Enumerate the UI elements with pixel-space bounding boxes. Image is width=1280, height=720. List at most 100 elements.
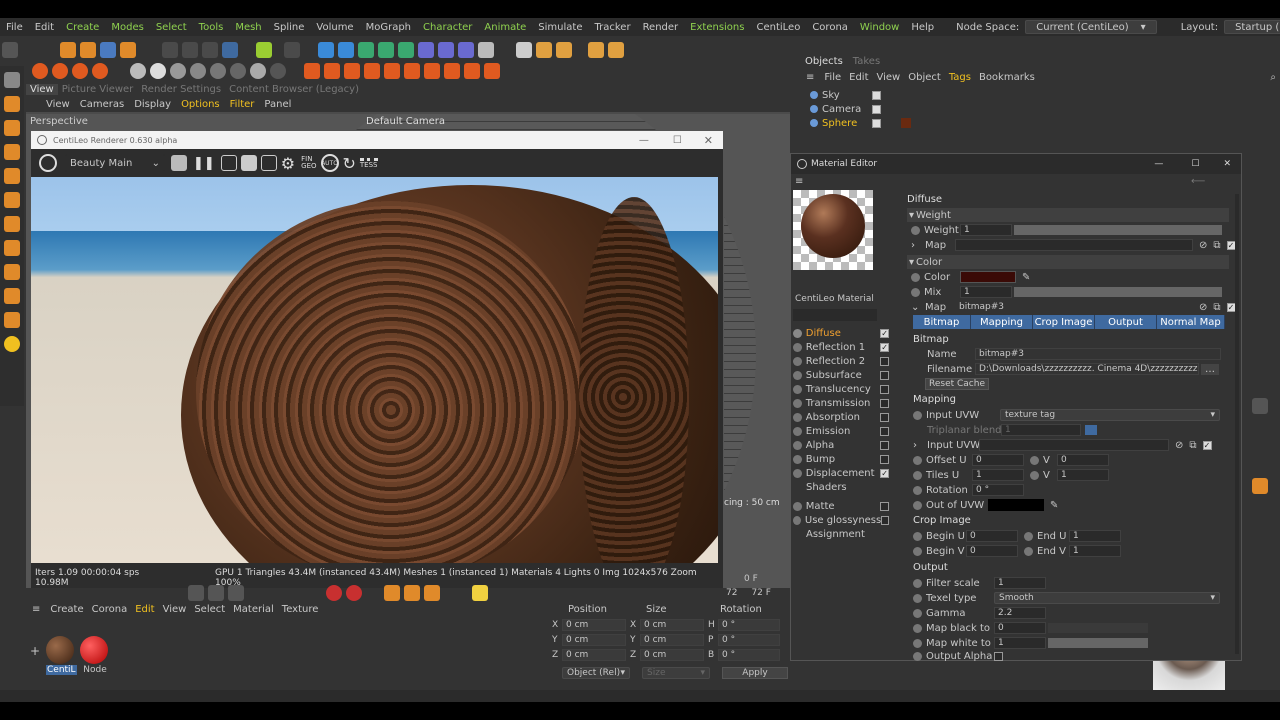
viewport-menu-panel[interactable]: Panel [259,99,296,110]
name-field[interactable]: bitmap#3 [975,348,1221,360]
tab-output[interactable]: Output [1095,315,1157,329]
tess-button[interactable]: TESS [359,157,378,169]
viewport-menu-display[interactable]: Display [129,99,176,110]
make-editable-icon[interactable] [4,72,20,88]
menu-mesh[interactable]: Mesh [229,22,267,33]
offset-u-field[interactable]: 0 [972,454,1024,466]
color-group-header[interactable]: ▾ Color [907,255,1229,269]
subdivision-icon[interactable] [358,42,374,58]
camera-icon[interactable] [458,42,474,58]
material-tag-icon[interactable] [901,118,911,128]
pause-icon[interactable]: ❚❚ [189,156,219,171]
undo-icon[interactable] [2,42,18,58]
material-name-node[interactable]: Node [83,665,107,675]
channel-checkbox[interactable] [880,454,889,464]
uv-mode-icon[interactable] [4,168,20,184]
viewport-menu-cameras[interactable]: Cameras [75,99,129,110]
objects-menu-bookmarks[interactable]: Bookmarks [975,72,1039,83]
rot-h-field[interactable]: 0 ° [718,619,780,631]
mm-menu-create[interactable]: Create [46,604,87,615]
pos-y-field[interactable]: 0 cm [562,634,626,646]
material-ball-icon[interactable] [210,63,226,79]
channel-diffuse[interactable]: Diffuse ✓ [793,326,889,340]
model-mode-icon[interactable] [256,42,272,58]
material-ball-icon[interactable] [270,63,286,79]
menu-file[interactable]: File [0,22,29,33]
material-name-field[interactable] [793,309,877,321]
tab-mapping[interactable]: Mapping [971,315,1033,329]
material-swatch-node[interactable]: Node [80,636,110,680]
edges-mode-icon[interactable] [4,120,20,136]
hamburger-icon[interactable]: ≡ [26,604,46,615]
mm-menu-corona[interactable]: Corona [88,604,132,615]
shaders-item[interactable]: Shaders [806,480,847,494]
search-icon[interactable]: ⌕ [1266,72,1280,83]
render-pass-dropdown[interactable]: Beauty Main ⌄ [65,154,165,172]
mix-field[interactable]: 1 [960,286,1012,298]
color-map-field[interactable]: bitmap#3 [955,301,1193,313]
key-icon[interactable] [384,585,400,601]
matte-checkbox[interactable] [880,501,889,511]
playback-icon[interactable] [208,585,224,601]
tag-icon[interactable] [1252,478,1268,494]
objects-menu-edit[interactable]: Edit [845,72,872,83]
mm-menu-view[interactable]: View [159,604,191,615]
render-view-icon[interactable] [284,42,300,58]
tab-picture-viewer[interactable]: Picture Viewer [58,84,138,95]
use-glossiness-item[interactable]: Use glossyness [793,513,889,527]
settings-gear-icon[interactable]: ⚙ [279,154,297,173]
soft-selection-icon[interactable] [4,312,20,328]
viewport-menu-options[interactable]: Options [176,99,225,110]
auto-button[interactable]: AUTO [320,154,339,172]
close-icon[interactable]: ✕ [1213,159,1241,169]
tiles-u-field[interactable]: 1 [972,469,1024,481]
out-of-uvw-swatch[interactable] [988,499,1044,511]
viewport-menu-filter[interactable]: Filter [225,99,260,110]
size-x-field[interactable]: 0 cm [640,619,704,631]
offset-v-field[interactable]: 0 [1057,454,1109,466]
mm-menu-texture[interactable]: Texture [278,604,323,615]
centileo-tool-icon[interactable] [444,63,460,79]
menu-animate[interactable]: Animate [478,22,532,33]
material-name-centileo[interactable]: CentiL [46,665,77,675]
channel-reflection-1[interactable]: Reflection 1 ✓ [793,340,889,354]
move-icon[interactable] [60,42,76,58]
key-icon[interactable] [404,585,420,601]
menu-character[interactable]: Character [417,22,478,33]
channel-checkbox[interactable] [880,426,889,436]
menu-extensions[interactable]: Extensions [684,22,750,33]
picture-viewer-icon[interactable] [608,42,624,58]
corona-icon-4[interactable] [92,63,108,79]
deformer-icon[interactable] [418,42,434,58]
mm-menu-select[interactable]: Select [190,604,229,615]
input-uvw-map-field[interactable] [979,439,1169,451]
object-mode-icon[interactable] [4,192,20,208]
tab-view[interactable]: View [26,83,58,95]
scale-icon[interactable] [80,42,96,58]
corona-icon-2[interactable] [52,63,68,79]
playback-icon[interactable] [188,585,204,601]
map-enable-checkbox[interactable]: ✓ [1202,440,1212,450]
material-ball-icon[interactable] [130,63,146,79]
tab-bitmap[interactable]: Bitmap [913,315,971,329]
points-mode-icon[interactable] [4,96,20,112]
input-uvw-dropdown[interactable]: texture tag ▾ [1000,409,1220,421]
weight-map-field[interactable] [955,239,1193,251]
map-white-slider[interactable] [1048,638,1148,648]
visibility-check[interactable] [872,104,881,114]
channel-checkbox[interactable]: ✓ [880,328,889,338]
filename-field[interactable]: D:\Downloads\zzzzzzzzzz. Cinema 4D\zzzzz… [975,363,1199,375]
material-ball-icon[interactable] [190,63,206,79]
menu-window[interactable]: Window [854,22,905,33]
map-white-field[interactable]: 1 [994,637,1046,649]
rot-p-field[interactable]: 0 ° [718,634,780,646]
mm-menu-edit[interactable]: Edit [131,604,158,615]
map-edit-icon[interactable]: ⧉ [1213,302,1220,313]
mix-slider[interactable] [1014,287,1222,297]
triplanar-field[interactable]: 1 [1001,424,1081,436]
polygons-mode-icon[interactable] [4,144,20,160]
material-preview[interactable] [793,190,873,270]
channel-reflection-2[interactable]: Reflection 2 [793,354,889,368]
rot-b-field[interactable]: 0 ° [718,649,780,661]
menu-tools[interactable]: Tools [193,22,230,33]
